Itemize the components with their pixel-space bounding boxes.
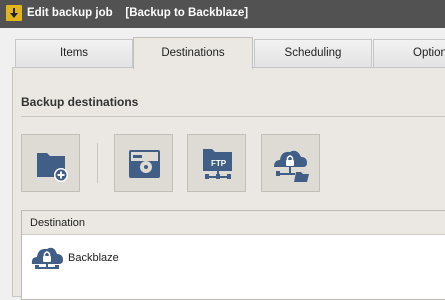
add-folder-destination-button[interactable] xyxy=(21,134,80,192)
tab-destinations[interactable]: Destinations xyxy=(133,37,253,69)
column-header-destination: Destination xyxy=(30,217,86,229)
list-item[interactable]: Backblaze xyxy=(22,237,445,271)
title-bar: Edit backup job [Backup to Backblaze] xyxy=(0,0,445,28)
section-divider xyxy=(21,116,445,117)
job-name: [Backup to Backblaze] xyxy=(125,7,249,19)
ftp-destination-button[interactable]: FTP xyxy=(187,134,246,192)
tab-scheduling[interactable]: Scheduling xyxy=(254,39,372,67)
cloud-lock-icon xyxy=(31,247,63,269)
window-title: Edit backup job [Backup to Backblaze] xyxy=(27,7,249,19)
destination-name: Backblaze xyxy=(68,252,119,264)
disk-drive-icon xyxy=(129,150,160,178)
section-title: Backup destinations xyxy=(21,95,139,109)
add-folder-icon xyxy=(37,153,68,182)
ftp-label: FTP xyxy=(211,159,227,168)
disk-destination-button[interactable] xyxy=(114,134,173,192)
app-icon xyxy=(6,5,22,21)
tab-items[interactable]: Items xyxy=(15,39,133,67)
button-separator xyxy=(97,143,98,183)
cloud-folder-icon xyxy=(274,150,309,182)
ftp-icon: FTP xyxy=(203,149,232,179)
destination-list[interactable]: Destination Backblaze xyxy=(21,210,445,300)
list-header[interactable]: Destination xyxy=(22,211,445,235)
cloud-destination-button[interactable] xyxy=(261,134,320,192)
tab-options[interactable]: Option xyxy=(373,39,445,67)
